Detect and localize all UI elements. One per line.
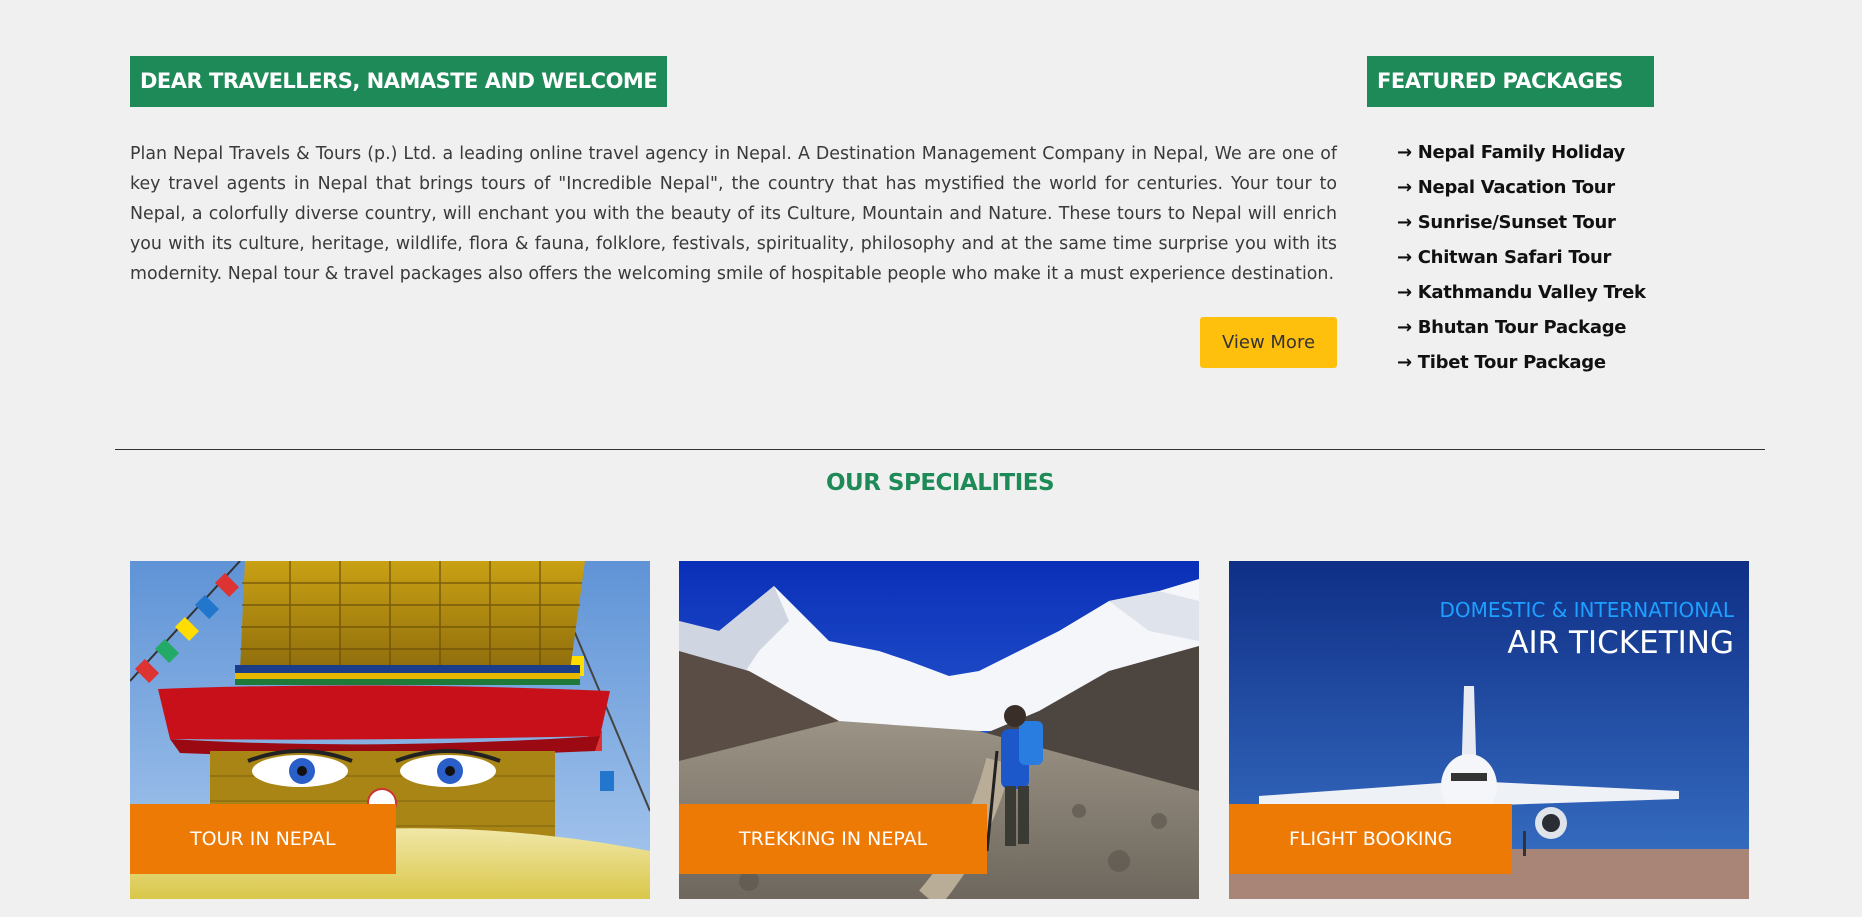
package-item: → Chitwan Safari Tour [1397,240,1646,275]
speciality-card-trekking[interactable]: TREKKING IN NEPAL [679,561,1199,899]
package-link[interactable]: → Chitwan Safari Tour [1397,247,1611,268]
card-label-flight[interactable]: FLIGHT BOOKING [1229,804,1513,874]
arrow-icon: → [1397,212,1412,233]
arrow-icon: → [1397,282,1412,303]
arrow-icon: → [1397,177,1412,198]
package-link[interactable]: → Tibet Tour Package [1397,352,1606,373]
package-link[interactable]: → Sunrise/Sunset Tour [1397,212,1616,233]
arrow-icon: → [1397,352,1412,373]
arrow-icon: → [1397,247,1412,268]
welcome-heading: DEAR TRAVELLERS, NAMASTE AND WELCOME [130,56,668,107]
package-link[interactable]: → Nepal Vacation Tour [1397,177,1615,198]
section-divider [115,449,1765,450]
air-ticketing-subtitle: DOMESTIC & INTERNATIONAL [1440,598,1735,622]
package-item: → Kathmandu Valley Trek [1397,275,1646,310]
package-link[interactable]: → Kathmandu Valley Trek [1397,282,1646,303]
arrow-icon: → [1397,317,1412,338]
package-item: → Bhutan Tour Package [1397,310,1646,345]
arrow-icon: → [1397,142,1412,163]
package-item: → Nepal Vacation Tour [1397,170,1646,205]
featured-packages-heading: FEATURED PACKAGES [1367,56,1654,107]
package-item: → Tibet Tour Package [1397,345,1646,380]
card-label-trekking[interactable]: TREKKING IN NEPAL [679,804,988,874]
package-item: → Sunrise/Sunset Tour [1397,205,1646,240]
package-link[interactable]: → Nepal Family Holiday [1397,142,1625,163]
featured-packages-list: → Nepal Family Holiday → Nepal Vacation … [1397,135,1646,380]
intro-paragraph: Plan Nepal Travels & Tours (p.) Ltd. a l… [130,144,1337,284]
view-more-button[interactable]: View More [1200,317,1337,368]
speciality-card-tour[interactable]: TOUR IN NEPAL [130,561,650,899]
package-link[interactable]: → Bhutan Tour Package [1397,317,1627,338]
air-ticketing-title: AIR TICKETING [1507,625,1734,661]
speciality-card-flight[interactable]: DOMESTIC & INTERNATIONAL AIR TICKETING F… [1229,561,1749,899]
card-label-tour[interactable]: TOUR IN NEPAL [130,804,396,874]
specialities-title: OUR SPECIALITIES [825,470,1055,496]
package-item: → Nepal Family Holiday [1397,135,1646,170]
